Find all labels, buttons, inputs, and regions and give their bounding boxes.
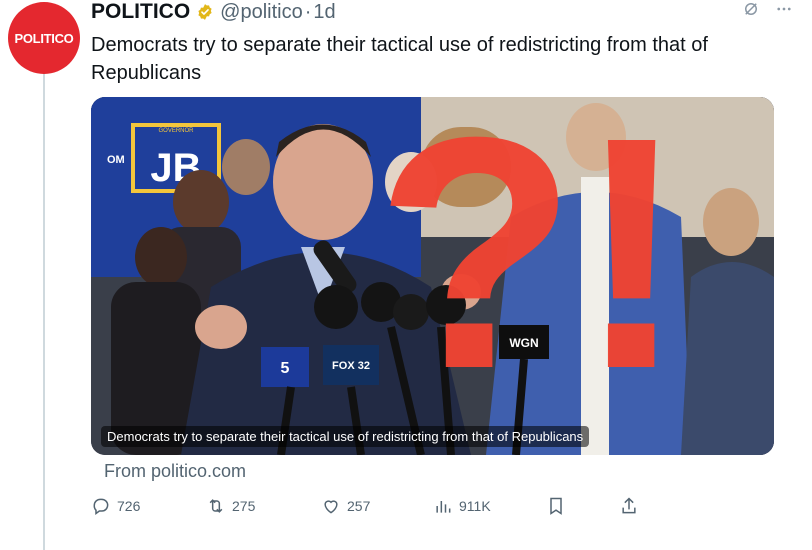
- sign-side-text: OM: [107, 154, 125, 166]
- bookmark-icon: [550, 497, 562, 515]
- bookmark-button[interactable]: [546, 492, 566, 520]
- tweet-time[interactable]: 1d: [313, 1, 335, 24]
- mic-label-fox: FOX 32: [332, 360, 370, 372]
- views-button[interactable]: 911K: [433, 492, 491, 520]
- top-icons: [742, 0, 794, 23]
- press-conference-image: GOVERNOR JB OM 5 FOX 32 WGN ?!: [91, 97, 774, 455]
- views-count: 911K: [459, 498, 491, 514]
- reply-icon: [93, 498, 109, 515]
- overlay-symbols: ?!: [375, 97, 686, 437]
- repost-icon: [209, 499, 223, 513]
- author-name[interactable]: POLITICO: [91, 0, 190, 24]
- tweet-header: POLITICO @politico · 1d: [91, 0, 336, 24]
- like-icon: [324, 500, 338, 514]
- grok-icon[interactable]: [742, 0, 760, 23]
- link-source[interactable]: From politico.com: [104, 461, 246, 482]
- avatar-text: POLITICO: [14, 30, 74, 46]
- like-button[interactable]: 257: [321, 492, 370, 520]
- action-bar: 726 275 257 911K: [91, 492, 651, 520]
- share-button[interactable]: [619, 492, 639, 520]
- sign-small-text: GOVERNOR: [158, 128, 194, 134]
- separator-dot: ·: [304, 0, 312, 23]
- avatar[interactable]: POLITICO: [8, 2, 80, 74]
- author-handle[interactable]: @politico: [220, 1, 303, 24]
- verified-badge-icon[interactable]: [196, 3, 214, 21]
- repost-button[interactable]: 275: [206, 492, 255, 520]
- mic-label-5: 5: [281, 360, 290, 377]
- more-icon[interactable]: [774, 0, 794, 23]
- reply-count: 726: [117, 498, 141, 514]
- share-icon: [622, 497, 636, 514]
- thread-line: [43, 70, 45, 550]
- tweet-media[interactable]: GOVERNOR JB OM 5 FOX 32 WGN ?! Democrats…: [91, 97, 774, 455]
- media-caption: Democrats try to separate their tactical…: [101, 426, 590, 447]
- reply-button[interactable]: 726: [91, 492, 140, 520]
- repost-count: 275: [232, 498, 256, 514]
- views-icon: [436, 501, 451, 513]
- like-count: 257: [347, 498, 371, 514]
- tweet-text: Democrats try to separate their tactical…: [91, 34, 708, 84]
